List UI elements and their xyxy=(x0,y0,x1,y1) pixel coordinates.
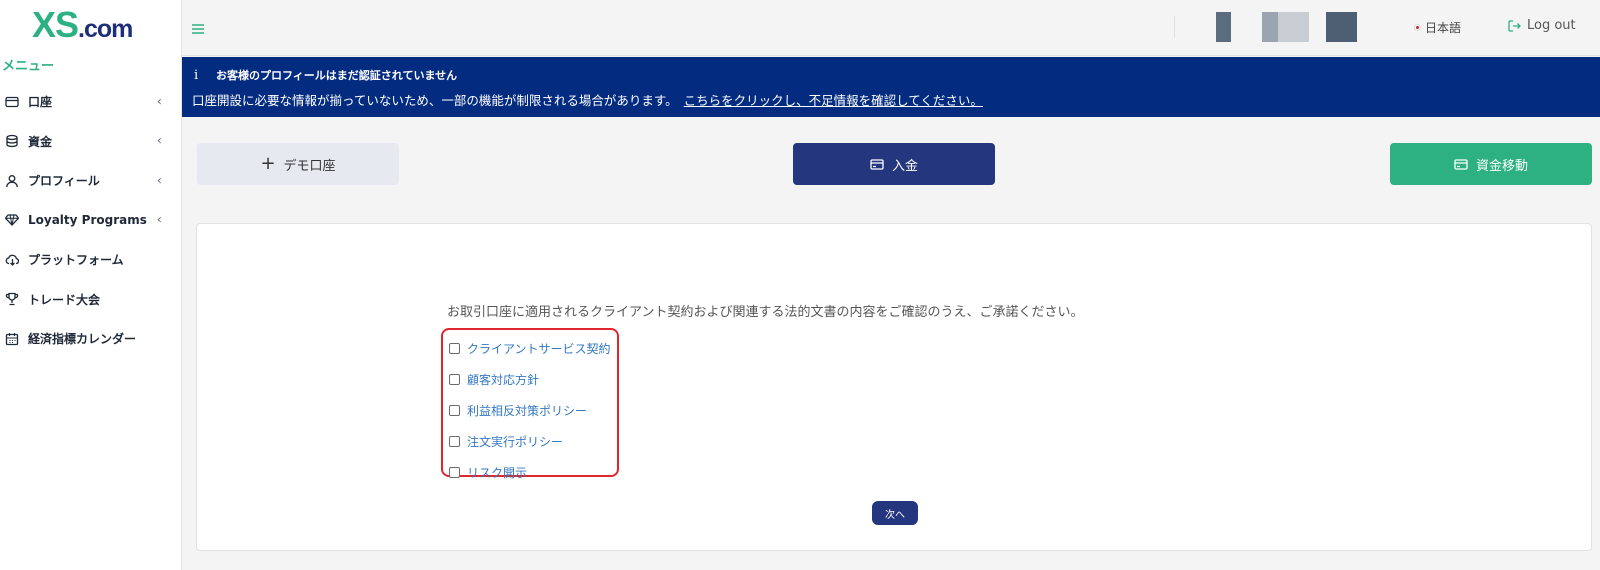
sidebar-item-profile[interactable]: プロフィール ‹ xyxy=(0,161,180,201)
sidebar-item-label: トレード大会 xyxy=(28,292,101,307)
japan-flag-icon xyxy=(1414,24,1421,31)
fund-transfer-button[interactable]: 資金移動 xyxy=(1390,143,1592,185)
sidebar-item-account[interactable]: 口座 ‹ xyxy=(0,82,180,122)
document-item-order-execution-policy[interactable]: 注文実行ポリシー xyxy=(449,426,611,457)
sidebar-item-label: プロフィール xyxy=(28,174,100,189)
notice-title: お客様のプロフィールはまだ認証されていません xyxy=(216,69,458,82)
sidebar-item-label: 口座 xyxy=(28,95,53,110)
redacted-block xyxy=(1326,12,1357,42)
credit-card-icon xyxy=(1454,158,1468,170)
deposit-label: 入金 xyxy=(891,158,918,174)
sidebar-item-label: 経済指標カレンダー xyxy=(28,332,137,347)
document-item-conflict-of-interest-policy[interactable]: 利益相反対策ポリシー xyxy=(449,395,611,426)
menu-title: メニュー xyxy=(2,59,55,74)
wallet-icon xyxy=(4,94,20,110)
document-link[interactable]: 顧客対応方針 xyxy=(467,371,539,388)
checkbox[interactable] xyxy=(449,467,460,478)
redacted-block xyxy=(1278,12,1309,42)
sidebar-item-funds[interactable]: 資金 ‹ xyxy=(0,122,180,162)
sidebar-item-label: プラットフォーム xyxy=(28,253,124,268)
cloud-download-icon xyxy=(4,252,20,268)
trophy-icon xyxy=(4,291,20,307)
chevron-left-icon: ‹ xyxy=(156,173,162,189)
sidebar-item-label: 資金 xyxy=(28,134,53,149)
logout-label: Log out xyxy=(1527,18,1576,33)
checkbox[interactable] xyxy=(449,374,460,385)
agreement-instruction: お取引口座に適用されるクライアント契約および関連する法的文書の内容をご確認のうえ… xyxy=(447,305,1084,320)
plus-icon: + xyxy=(260,153,276,174)
document-item-customer-policy[interactable]: 顧客対応方針 xyxy=(449,364,611,395)
checkbox[interactable] xyxy=(449,405,460,416)
sidebar: XS.com メニュー 口座 ‹ 資金 ‹ プロフィール ‹ Loyalty P… xyxy=(0,0,182,570)
calendar-icon xyxy=(4,331,20,347)
document-link[interactable]: 利益相反対策ポリシー xyxy=(467,402,587,419)
notice-body: 口座開設に必要な情報が揃っていないため、一部の機能が制限される場合があります。こ… xyxy=(192,90,983,109)
chevron-left-icon: ‹ xyxy=(156,94,162,110)
diamond-icon xyxy=(4,212,20,228)
document-item-risk-disclosure[interactable]: リスク開示 xyxy=(449,457,611,488)
next-button[interactable]: 次へ xyxy=(872,501,918,525)
document-link[interactable]: 注文実行ポリシー xyxy=(467,433,563,450)
sidebar-item-trading-contest[interactable]: トレード大会 xyxy=(0,280,180,320)
sidebar-item-label: Loyalty Programs xyxy=(28,213,147,228)
chevron-left-icon: ‹ xyxy=(156,212,162,228)
redacted-block xyxy=(1216,12,1231,42)
fund-transfer-label: 資金移動 xyxy=(1475,158,1528,174)
sidebar-nav: 口座 ‹ 資金 ‹ プロフィール ‹ Loyalty Programs ‹ プラ… xyxy=(0,82,180,359)
demo-account-button[interactable]: + デモ口座 xyxy=(197,143,399,185)
demo-account-label: デモ口座 xyxy=(283,158,336,174)
document-checklist: クライアントサービス契約 顧客対応方針 利益相反対策ポリシー 注文実行ポリシー … xyxy=(449,333,611,488)
notice-text: 口座開設に必要な情報が揃っていないため、一部の機能が制限される場合があります。 xyxy=(192,93,678,108)
verification-notice-banner: i お客様のプロフィールはまだ認証されていません 口座開設に必要な情報が揃ってい… xyxy=(182,57,1600,117)
checkbox[interactable] xyxy=(449,343,460,354)
sidebar-item-loyalty-programs[interactable]: Loyalty Programs ‹ xyxy=(0,201,180,241)
document-link[interactable]: リスク開示 xyxy=(467,464,527,481)
user-icon xyxy=(4,173,20,189)
xs-logo[interactable]: XS.com xyxy=(32,4,133,46)
credit-card-icon xyxy=(870,158,884,170)
notice-link[interactable]: こちらをクリックし、不足情報を確認してください。 xyxy=(684,93,983,108)
document-item-client-service-agreement[interactable]: クライアントサービス契約 xyxy=(449,333,611,364)
logo-suffix: .com xyxy=(78,15,133,43)
deposit-button[interactable]: 入金 xyxy=(793,143,995,185)
redacted-block xyxy=(1262,12,1278,42)
language-selector[interactable]: 日本語 xyxy=(1414,19,1461,36)
hamburger-menu-icon[interactable] xyxy=(192,19,204,38)
coins-icon xyxy=(4,133,20,149)
language-label: 日本語 xyxy=(1425,21,1462,35)
logout-icon xyxy=(1508,19,1521,32)
info-icon: i xyxy=(194,68,199,83)
top-header: 日本語 Log out xyxy=(182,0,1600,56)
logo-mark: XS xyxy=(32,4,79,45)
sidebar-item-economic-calendar[interactable]: 経済指標カレンダー xyxy=(0,319,180,359)
chevron-left-icon: ‹ xyxy=(156,133,162,149)
document-link[interactable]: クライアントサービス契約 xyxy=(467,340,611,357)
checkbox[interactable] xyxy=(449,436,460,447)
sidebar-item-platform[interactable]: プラットフォーム xyxy=(0,240,180,280)
logout-button[interactable]: Log out xyxy=(1508,18,1576,33)
header-divider xyxy=(1174,16,1175,38)
